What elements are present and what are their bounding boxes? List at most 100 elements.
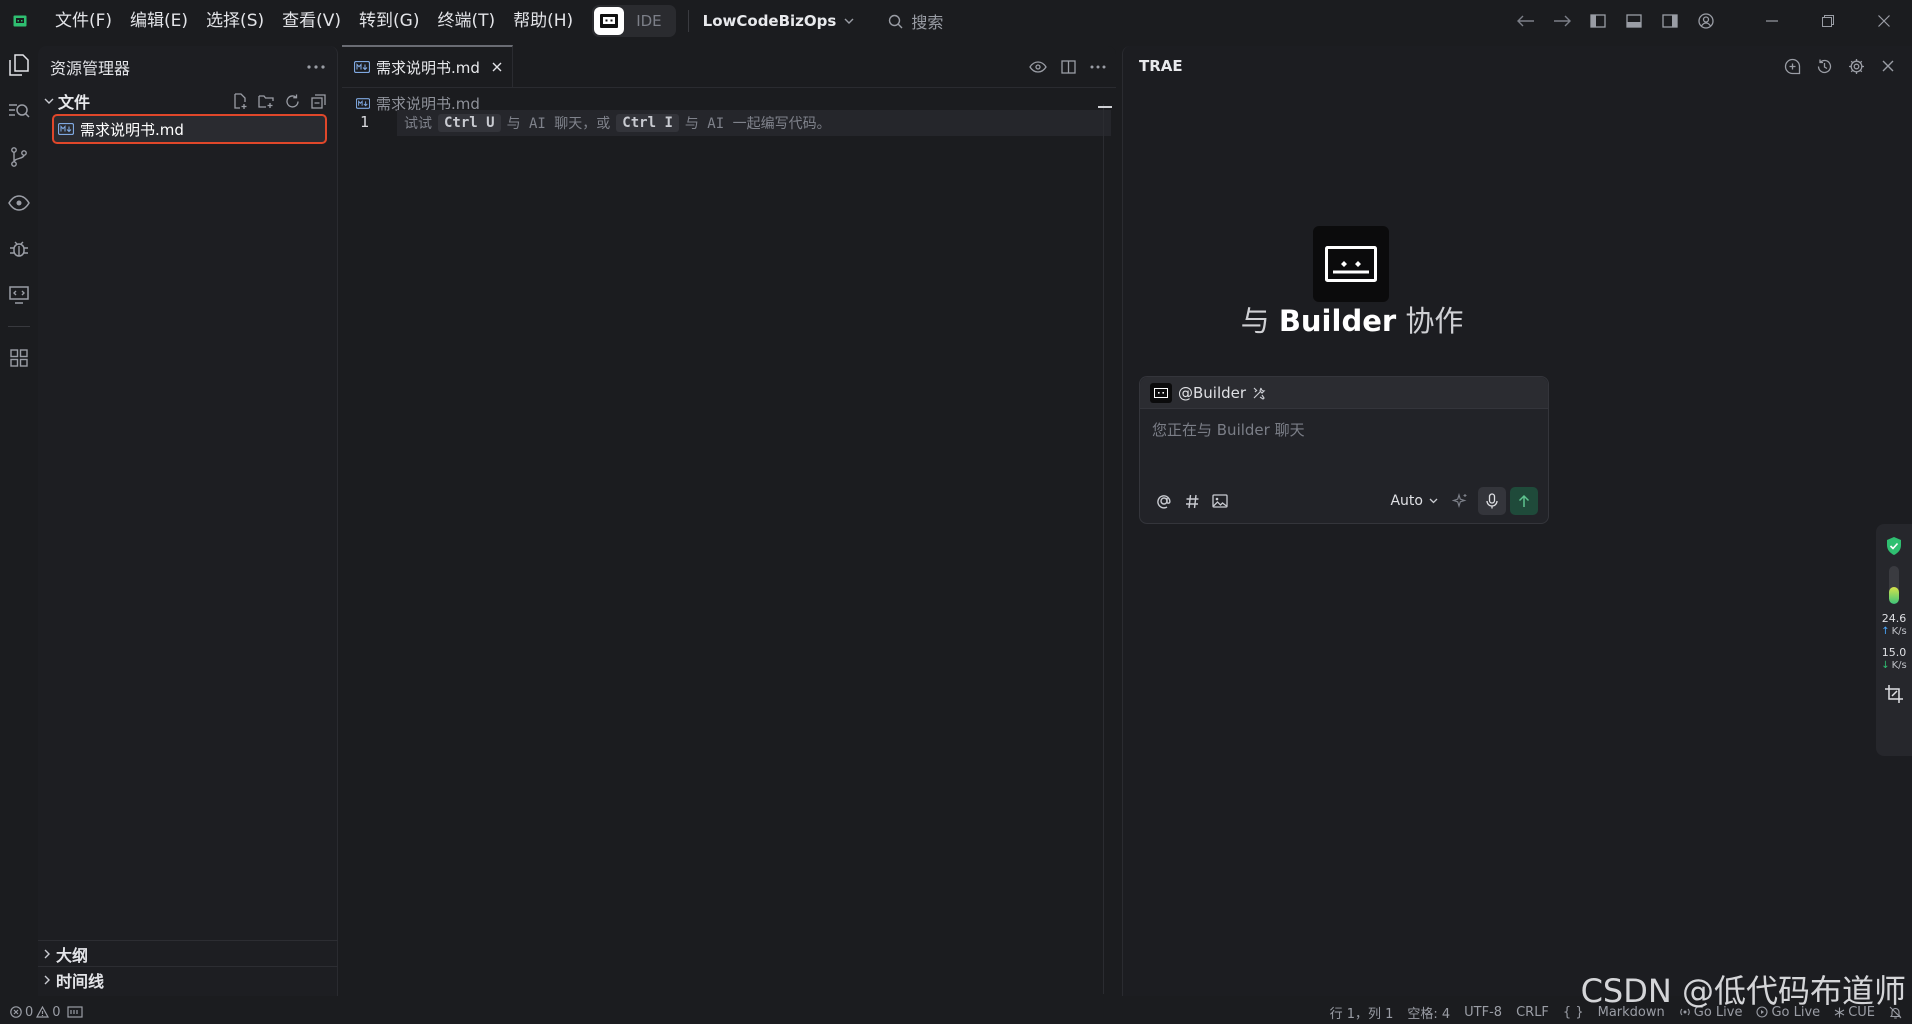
open-preview-button[interactable] xyxy=(1026,56,1050,78)
problems-indicator[interactable]: 0 0 xyxy=(10,1005,61,1020)
account-button[interactable] xyxy=(1688,0,1724,42)
activity-search[interactable] xyxy=(0,88,38,134)
ide-mode-button[interactable]: IDE xyxy=(624,7,673,35)
chevron-right-icon xyxy=(44,949,50,958)
collapse-all-button[interactable] xyxy=(307,90,329,112)
refresh-icon xyxy=(285,94,299,108)
sidebar-left-icon xyxy=(1590,14,1606,28)
agent-mention: @Builder xyxy=(1178,383,1247,402)
microphone-icon xyxy=(1486,493,1498,509)
builder-logo xyxy=(1313,226,1389,302)
gear-icon xyxy=(1848,58,1864,74)
line-ending[interactable]: CRLF xyxy=(1516,1005,1549,1020)
download-value: 15.0 xyxy=(1881,646,1907,659)
activity-preview[interactable] xyxy=(0,180,38,226)
welcome-agent: Builder xyxy=(1278,304,1397,338)
bug-icon xyxy=(10,241,28,257)
agent-mention-row[interactable]: @Builder xyxy=(1140,377,1548,409)
timeline-section[interactable]: 时间线 xyxy=(38,966,338,992)
project-selector[interactable]: LowCodeBizOps xyxy=(703,12,855,30)
more-actions-icon[interactable] xyxy=(307,65,325,69)
network-speed-widget[interactable]: 24.6 ↑ K/s 15.0 ↓ K/s xyxy=(1876,524,1912,756)
hash-icon xyxy=(1185,494,1198,508)
explorer-header: 资源管理器 xyxy=(38,46,337,88)
menu-file[interactable]: 文件(F) xyxy=(46,6,121,36)
nav-back-button[interactable] xyxy=(1508,0,1544,42)
warning-icon xyxy=(36,1006,50,1018)
error-count: 0 xyxy=(25,1004,34,1020)
encoding[interactable]: UTF-8 xyxy=(1464,1005,1502,1020)
new-file-button[interactable] xyxy=(229,90,251,112)
folder-section-header[interactable]: 文件 xyxy=(38,88,337,114)
restore-icon xyxy=(1822,15,1834,27)
tab-requirements[interactable]: 需求说明书.md xyxy=(342,45,513,87)
editor-more-button[interactable] xyxy=(1086,56,1110,78)
voice-input-button[interactable] xyxy=(1478,487,1506,515)
title-bar-controls xyxy=(1508,0,1912,42)
chat-input[interactable] xyxy=(1152,421,1532,439)
toggle-panel-button[interactable] xyxy=(1616,0,1652,42)
command-search[interactable]: 搜索 xyxy=(888,9,943,33)
cursor-position[interactable]: 行 1，列 1 xyxy=(1330,1003,1394,1022)
editor-scrollbar-track[interactable] xyxy=(1103,104,1104,994)
screenshot-crop-icon[interactable] xyxy=(1884,684,1904,704)
welcome-prefix: 与 xyxy=(1240,304,1270,338)
git-branch-icon xyxy=(11,147,27,167)
ports-indicator[interactable] xyxy=(66,1006,83,1018)
menu-edit[interactable]: 编辑(E) xyxy=(121,6,197,36)
toggle-sidebar-button[interactable] xyxy=(1580,0,1616,42)
project-name: LowCodeBizOps xyxy=(702,12,837,30)
tab-label: 需求说明书.md xyxy=(376,58,480,77)
minimize-button[interactable] xyxy=(1744,0,1800,42)
chat-history-button[interactable] xyxy=(1812,55,1836,77)
account-icon xyxy=(1698,13,1714,29)
refresh-button[interactable] xyxy=(281,90,303,112)
send-button[interactable] xyxy=(1510,487,1538,515)
close-window-button[interactable] xyxy=(1856,0,1912,42)
close-ai-panel-button[interactable] xyxy=(1876,55,1900,77)
warning-count: 0 xyxy=(52,1004,61,1020)
code-line[interactable]: 1 试试 Ctrl U 与 AI 聊天，或 Ctrl I 与 AI 一起编写代码… xyxy=(342,110,1111,136)
new-folder-button[interactable] xyxy=(255,90,277,112)
model-selector[interactable]: Auto xyxy=(1390,493,1438,509)
outline-label: 大纲 xyxy=(56,945,89,965)
activity-extensions[interactable] xyxy=(0,335,38,381)
file-item-requirements[interactable]: 需求说明书.md xyxy=(52,114,327,144)
activity-source-control[interactable] xyxy=(0,134,38,180)
close-icon xyxy=(1878,15,1890,27)
close-icon[interactable] xyxy=(492,62,502,72)
activity-explorer[interactable] xyxy=(0,42,38,88)
mention-button[interactable] xyxy=(1150,487,1178,515)
chevron-down-icon xyxy=(1429,498,1438,504)
indentation[interactable]: 空格: 4 xyxy=(1407,1003,1450,1022)
title-bar: 文件(F) 编辑(E) 选择(S) 查看(V) 转到(G) 终端(T) 帮助(H… xyxy=(0,0,1912,42)
markdown-file-icon xyxy=(356,97,370,109)
builder-mode-button[interactable] xyxy=(594,7,625,35)
new-chat-button[interactable] xyxy=(1780,55,1804,77)
toggle-aux-sidebar-button[interactable] xyxy=(1652,0,1688,42)
hint-part-1: 试试 xyxy=(404,116,432,132)
timeline-label: 时间线 xyxy=(56,971,105,991)
upload-speed: 24.6 ↑ K/s xyxy=(1881,612,1907,638)
download-unit: K/s xyxy=(1891,660,1907,671)
remote-monitor-icon xyxy=(9,286,29,304)
image-upload-button[interactable] xyxy=(1206,487,1234,515)
menu-terminal[interactable]: 终端(T) xyxy=(428,6,504,36)
ai-settings-button[interactable] xyxy=(1844,55,1868,77)
eye-icon xyxy=(1029,61,1047,73)
activity-remote[interactable] xyxy=(0,272,38,318)
menu-help[interactable]: 帮助(H) xyxy=(504,6,582,36)
enhance-prompt-button[interactable] xyxy=(1446,487,1474,515)
menu-view[interactable]: 查看(V) xyxy=(273,6,350,36)
menu-goto[interactable]: 转到(G) xyxy=(350,6,428,36)
welcome-suffix: 协作 xyxy=(1405,304,1464,338)
context-button[interactable] xyxy=(1178,487,1206,515)
split-editor-button[interactable] xyxy=(1056,56,1080,78)
restore-button[interactable] xyxy=(1800,0,1856,42)
nav-forward-button[interactable] xyxy=(1544,0,1580,42)
outline-section[interactable]: 大纲 xyxy=(38,940,338,966)
arrow-right-icon xyxy=(1554,15,1571,27)
extensions-grid-icon xyxy=(10,349,28,367)
menu-selection[interactable]: 选择(S) xyxy=(197,6,273,36)
activity-debug[interactable] xyxy=(0,226,38,272)
